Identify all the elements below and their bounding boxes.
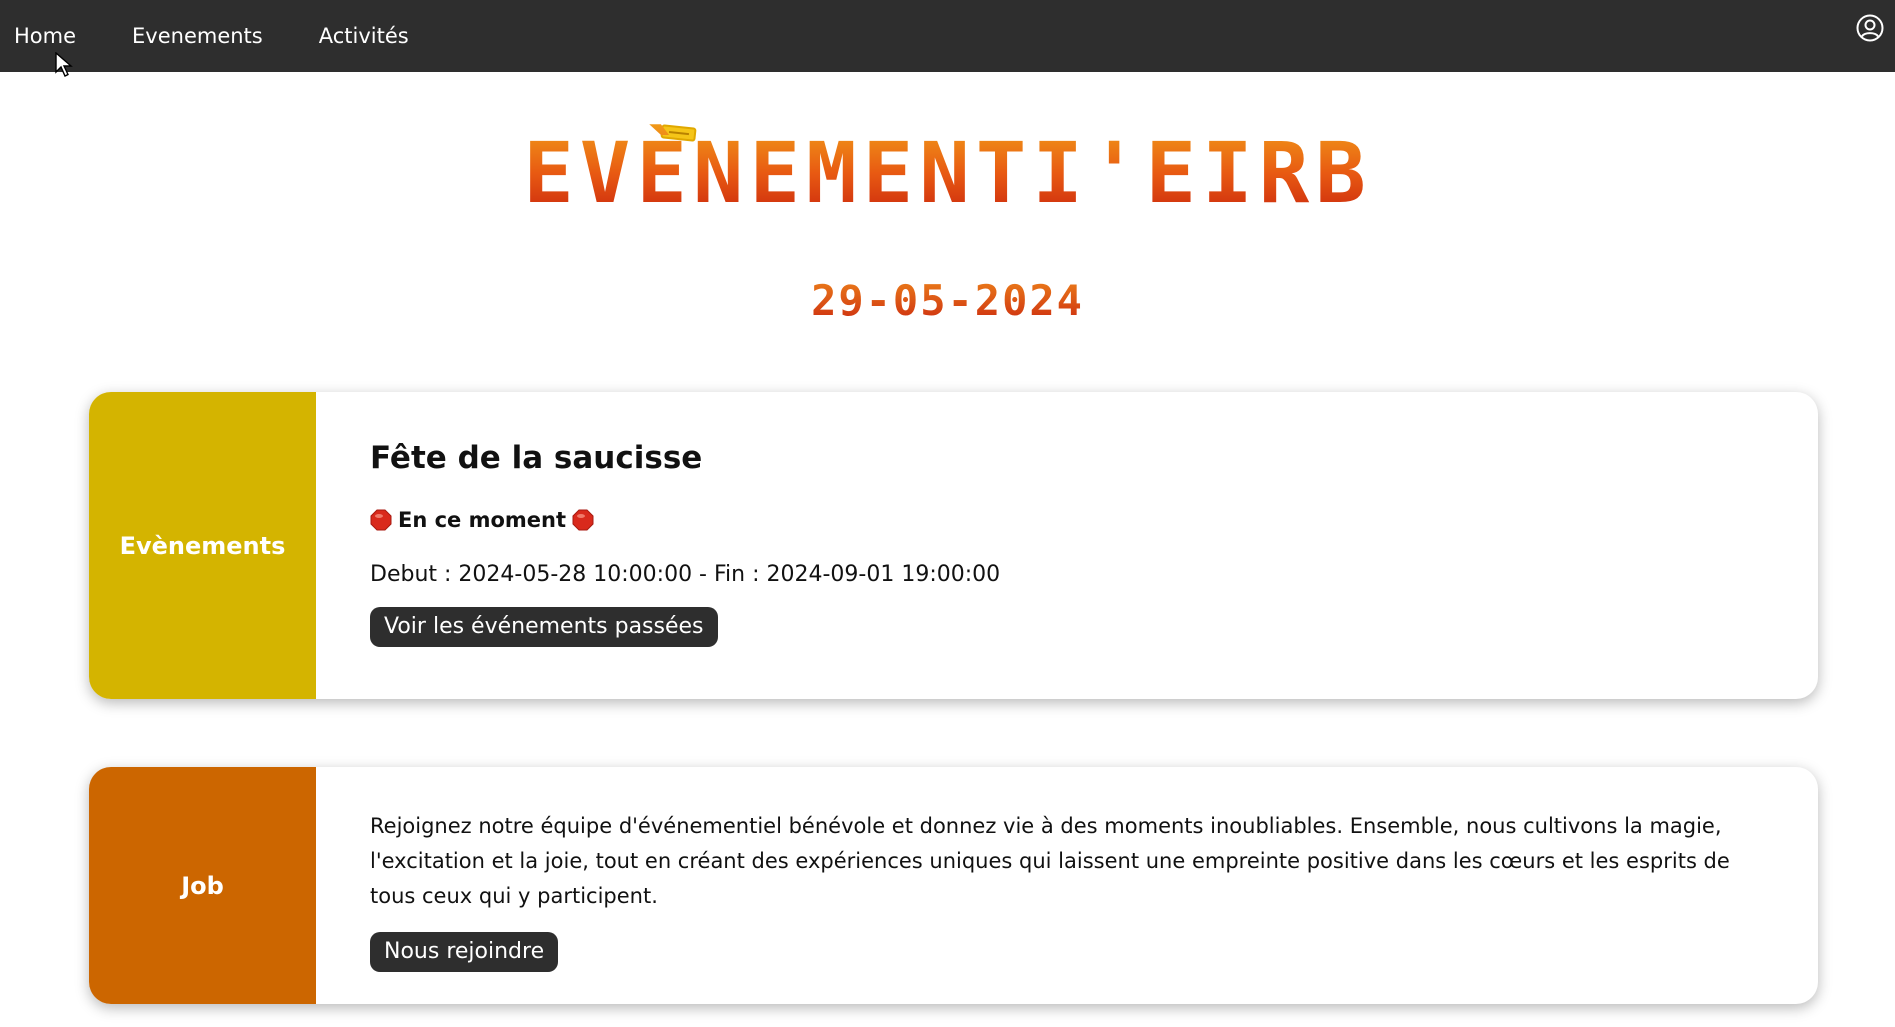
nav-item-evenements[interactable]: Evenements: [132, 0, 263, 72]
job-description: Rejoignez notre équipe d'événementiel bé…: [370, 814, 1730, 908]
site-title: EVÈNEMENTI'EIRB: [0, 118, 1895, 228]
nav-links: Home Evenements Activités: [0, 0, 451, 72]
nav-item-home[interactable]: Home: [14, 0, 76, 72]
event-status: En ce moment: [370, 508, 1764, 532]
user-account-button[interactable]: [1855, 13, 1885, 43]
job-card: Job Rejoignez notre équipe d'événementie…: [89, 767, 1818, 1004]
job-card-body: Rejoignez notre équipe d'événementiel bé…: [316, 767, 1818, 1004]
events-card: Evènements Fête de la saucisse En ce mom…: [89, 392, 1818, 699]
job-card-side: Job: [89, 767, 316, 1004]
top-navbar: Home Evenements Activités: [0, 0, 1895, 72]
past-events-button[interactable]: Voir les événements passées: [370, 607, 718, 647]
stop-sign-icon: [572, 509, 594, 531]
join-button[interactable]: Nous rejoindre: [370, 932, 559, 972]
events-card-side: Evènements: [89, 392, 316, 699]
user-circle-icon: [1856, 14, 1884, 42]
event-title: Fête de la saucisse: [370, 440, 703, 476]
event-dates: Debut : 2024-05-28 10:00:00 - Fin : 2024…: [370, 562, 1001, 587]
events-card-side-label: Evènements: [119, 531, 286, 560]
current-date: 29-05-2024: [0, 272, 1895, 330]
nav-item-activites[interactable]: Activités: [319, 0, 409, 72]
events-card-body: Fête de la saucisse En ce moment Debut :…: [316, 392, 1818, 699]
job-card-side-label: Job: [181, 871, 224, 900]
stop-sign-icon: [370, 509, 392, 531]
event-status-text: En ce moment: [398, 508, 567, 532]
